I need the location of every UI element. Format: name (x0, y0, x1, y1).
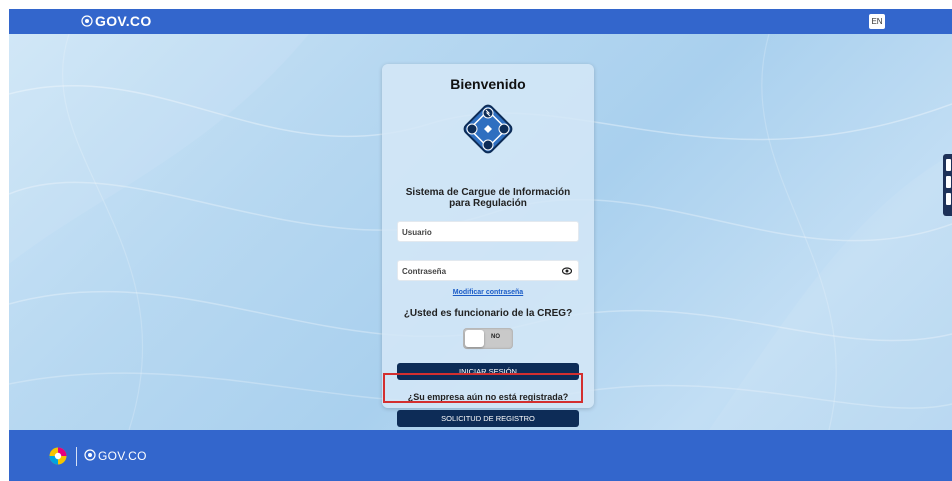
colombia-shield-icon (84, 449, 96, 461)
gov-top-bar: GOV.CO EN (9, 9, 952, 34)
username-input[interactable] (398, 223, 552, 242)
toggle-state-label: NO (491, 334, 500, 340)
footer-divider (76, 447, 77, 466)
password-input[interactable] (398, 262, 552, 281)
colombia-potencia-logo-icon (49, 447, 67, 465)
subtitle-line-2: para Regulación (449, 198, 527, 209)
side-tab-icon-3 (946, 193, 951, 205)
system-subtitle: Sistema de Cargue de Información para Re… (392, 187, 584, 209)
gov-co-text: GOV.CO (95, 13, 152, 29)
username-field[interactable] (397, 221, 579, 242)
footer-gov-co-text: GOV.CO (98, 449, 147, 463)
register-button-highlight (383, 373, 583, 403)
gov-co-logo[interactable]: GOV.CO (81, 13, 152, 29)
gov-footer: GOV.CO (9, 430, 952, 481)
side-tab-icon-2 (946, 176, 951, 188)
creg-logo (463, 104, 513, 154)
show-password-eye-icon[interactable] (562, 266, 572, 276)
registration-request-button[interactable]: SOLICITUD DE REGISTRO (397, 410, 579, 427)
welcome-title: Bienvenido (450, 76, 526, 92)
language-toggle-button[interactable]: EN (869, 14, 885, 29)
change-password-link[interactable]: Modificar contraseña (382, 289, 594, 296)
creg-employee-toggle[interactable]: NO (463, 328, 513, 349)
colombia-shield-icon (81, 15, 93, 27)
toggle-knob (465, 330, 484, 347)
accessibility-side-tab[interactable] (943, 154, 952, 216)
login-background: Bienvenido Sistema de Cargue de Informac… (9, 34, 952, 430)
footer-gov-co-logo[interactable]: GOV.CO (84, 449, 147, 463)
side-tab-icon-1 (946, 159, 951, 171)
creg-employee-question: ¿Usted es funcionario de la CREG? (403, 308, 573, 319)
login-card: Bienvenido Sistema de Cargue de Informac… (382, 64, 594, 427)
password-field[interactable] (397, 260, 579, 281)
subtitle-line-1: Sistema de Cargue de Información (405, 187, 571, 198)
